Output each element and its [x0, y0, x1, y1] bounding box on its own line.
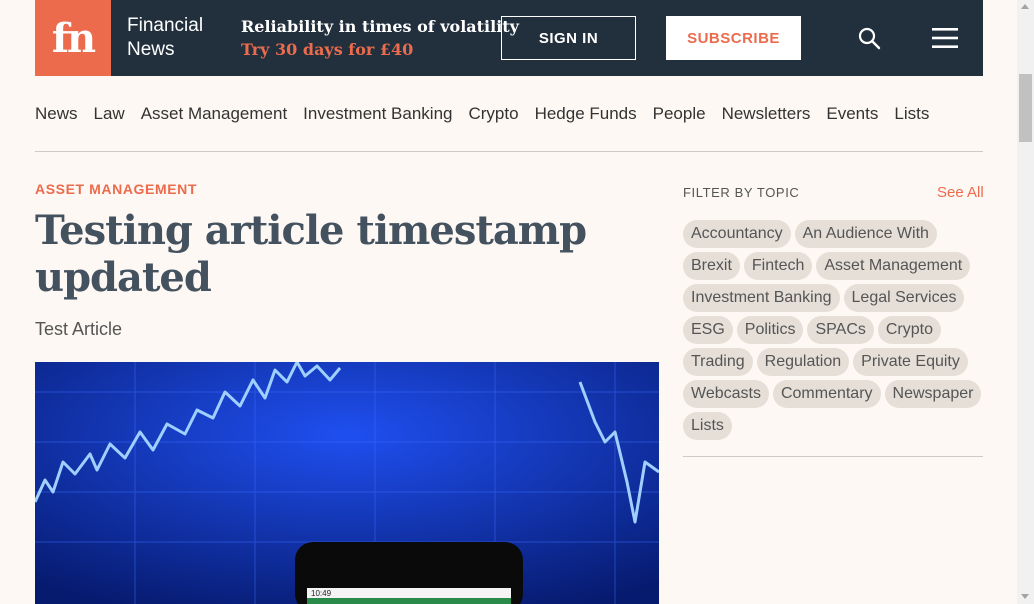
search-icon[interactable] — [857, 26, 881, 50]
nav-item-news[interactable]: News — [35, 100, 78, 128]
topic-tag-brexit[interactable]: Brexit — [683, 252, 740, 280]
nav-item-law[interactable]: Law — [94, 100, 125, 128]
brand-line-1: Financial — [127, 15, 204, 36]
promo-offer: Try 30 days for £40 — [241, 40, 414, 59]
nav-item-investment-banking[interactable]: Investment Banking — [303, 100, 452, 128]
nav-item-events[interactable]: Events — [826, 100, 878, 128]
nav-item-people[interactable]: People — [653, 100, 706, 128]
brand-line-2: News — [127, 39, 175, 60]
main-navigation: News Law Asset Management Investment Ban… — [35, 100, 983, 128]
topic-tag-accountancy[interactable]: Accountancy — [683, 220, 791, 248]
scroll-up-arrow-icon[interactable] — [1021, 4, 1029, 9]
nav-divider — [35, 151, 983, 152]
phone-status-time: 10:49 — [311, 589, 332, 598]
nav-item-hedge-funds[interactable]: Hedge Funds — [535, 100, 637, 128]
topic-tag-legal-services[interactable]: Legal Services — [843, 284, 965, 312]
stock-chart-photo: 10:49 — [35, 362, 659, 604]
nav-item-asset-management[interactable]: Asset Management — [141, 100, 287, 128]
nav-item-crypto[interactable]: Crypto — [468, 100, 518, 128]
topic-tag-newspaper[interactable]: Newspaper — [884, 380, 982, 408]
nav-item-lists[interactable]: Lists — [894, 100, 929, 128]
site-header: fn Financial News Reliability in times o… — [35, 0, 983, 76]
subscription-promo[interactable]: Reliability in times of volatility Try 3… — [241, 15, 519, 61]
subscribe-button[interactable]: SUBSCRIBE — [666, 16, 801, 60]
filter-by-topic-label: FILTER BY TOPIC — [683, 185, 800, 200]
nav-item-newsletters[interactable]: Newsletters — [722, 100, 811, 128]
topic-tag-asset-management[interactable]: Asset Management — [816, 252, 971, 280]
scrollbar-thumb[interactable] — [1019, 74, 1032, 142]
topic-tag-regulation[interactable]: Regulation — [756, 348, 850, 376]
topic-tag-investment-banking[interactable]: Investment Banking — [683, 284, 840, 312]
topic-tag-crypto[interactable]: Crypto — [877, 316, 941, 344]
topic-tag-esg[interactable]: ESG — [683, 316, 733, 344]
topic-tag-private-equity[interactable]: Private Equity — [853, 348, 968, 376]
brand-name[interactable]: Financial News — [127, 14, 225, 62]
topic-tag-list: Accountancy An Audience With Brexit Fint… — [683, 220, 983, 440]
sidebar-divider — [683, 456, 983, 457]
article-section-label[interactable]: ASSET MANAGEMENT — [35, 181, 197, 197]
article-headline: Testing article timestamp updated — [35, 207, 587, 301]
sign-in-button[interactable]: SIGN IN — [501, 16, 636, 60]
topic-tag-spacs[interactable]: SPACs — [807, 316, 874, 344]
topic-tag-commentary[interactable]: Commentary — [772, 380, 881, 408]
hamburger-menu-icon[interactable] — [932, 27, 958, 49]
article-hero-image: 10:49 — [35, 362, 659, 604]
promo-headline: Reliability in times of volatility — [241, 17, 519, 36]
article-subheading: Test Article — [35, 319, 123, 339]
see-all-link[interactable]: See All — [937, 184, 984, 201]
scroll-down-arrow-icon[interactable] — [1021, 594, 1029, 599]
topic-tag-trading[interactable]: Trading — [683, 348, 753, 376]
topic-tag-politics[interactable]: Politics — [736, 316, 804, 344]
topic-tag-lists[interactable]: Lists — [683, 412, 732, 440]
topic-tag-an-audience-with[interactable]: An Audience With — [794, 220, 937, 248]
topic-tag-webcasts[interactable]: Webcasts — [683, 380, 769, 408]
topic-tag-fintech[interactable]: Fintech — [743, 252, 813, 280]
fn-logo[interactable]: fn — [35, 0, 111, 76]
